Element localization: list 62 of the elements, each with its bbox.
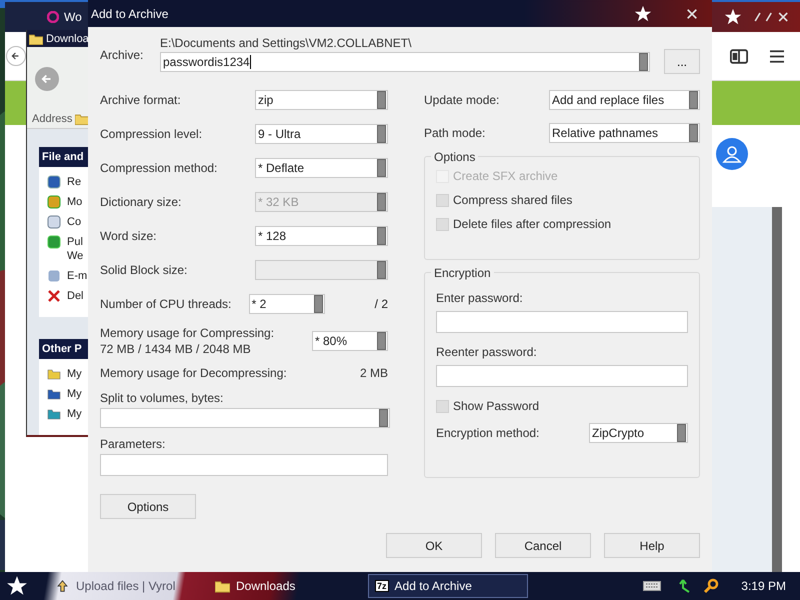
- dropdown[interactable]: * 80%: [312, 331, 388, 351]
- taskbar-button[interactable]: 7z Add to Archive: [368, 574, 528, 598]
- dropdown[interactable]: Add and replace files: [549, 90, 700, 110]
- field-label: Word size:: [100, 229, 156, 243]
- task-link[interactable]: My: [67, 407, 82, 421]
- thread-max: / 2: [374, 297, 388, 311]
- taskbar-button[interactable]: Downloads: [208, 574, 348, 598]
- archive-path: E:\Documents and Settings\VM2.COLLABNET\: [160, 36, 412, 52]
- dropdown[interactable]: * 128: [255, 226, 388, 246]
- dialog-button[interactable]: Help: [604, 533, 700, 558]
- memory-value: 2 MB: [360, 366, 388, 380]
- app-icon: 7z: [375, 580, 389, 592]
- task-link[interactable]: Mo: [67, 195, 82, 209]
- checkbox-label: Delete files after compression: [453, 217, 612, 231]
- task-link[interactable]: My: [67, 387, 82, 401]
- checkbox-label: Compress shared files: [453, 193, 572, 207]
- field-label: Archive format:: [100, 93, 181, 107]
- field-label: Update mode:: [424, 92, 500, 106]
- field-label: Parameters:: [100, 437, 166, 451]
- group-title: Encryption: [431, 266, 494, 280]
- task-link[interactable]: E-m: [67, 269, 88, 283]
- dropdown[interactable]: * Deflate: [255, 158, 388, 178]
- window-title: Downloa: [46, 32, 89, 45]
- checkbox-label: Show Password: [453, 399, 540, 413]
- checkbox-label: Create SFX archive: [453, 169, 558, 183]
- options-button[interactable]: Options: [100, 494, 196, 519]
- task-link[interactable]: Co: [67, 215, 82, 229]
- task-link[interactable]: Pul We: [67, 235, 84, 263]
- panel-header[interactable]: Other P: [39, 339, 89, 359]
- field-label: Enter password:: [436, 291, 524, 305]
- archive-label: Archive:: [100, 48, 144, 62]
- tab-title[interactable]: Wo: [64, 10, 82, 24]
- field-label: Split to volumes, bytes:: [100, 391, 224, 405]
- taskbar-button[interactable]: Upload files | Vyrol: [48, 574, 188, 598]
- field-label: Solid Block size:: [100, 263, 188, 277]
- dropdown[interactable]: zip: [255, 90, 388, 110]
- field-label: Compression level:: [100, 127, 202, 141]
- field-label: Memory usage for Compressing:: [100, 326, 274, 340]
- panel-header[interactable]: File and: [39, 147, 89, 167]
- clock: 3:19 PM: [741, 579, 786, 593]
- field-label: Dictionary size:: [100, 195, 182, 209]
- dialog-button[interactable]: Cancel: [495, 533, 591, 558]
- browse-button[interactable]: ...: [664, 49, 700, 74]
- field-label: Number of CPU threads:: [100, 297, 232, 311]
- dropdown[interactable]: ZipCrypto: [589, 423, 688, 443]
- field-label: Memory usage for Decompressing:: [100, 366, 287, 380]
- task-link[interactable]: Re: [67, 175, 82, 189]
- field-label: Reenter password:: [436, 345, 538, 359]
- memory-values: 72 MB / 1434 MB / 2048 MB: [100, 342, 252, 356]
- archive-combo[interactable]: passwordis1234: [160, 52, 650, 72]
- task-link[interactable]: My: [67, 367, 82, 381]
- field-label: Encryption method:: [436, 426, 540, 440]
- field-label: Path mode:: [424, 126, 486, 140]
- group-title: Options: [431, 150, 478, 164]
- dialog-button[interactable]: OK: [386, 533, 482, 558]
- dropdown[interactable]: 9 - Ultra: [255, 124, 388, 144]
- task-link[interactable]: Del: [67, 289, 84, 303]
- window-title: Add to Archive: [91, 6, 168, 20]
- address-label: Address: [32, 113, 72, 126]
- dropdown[interactable]: Relative pathnames: [549, 122, 700, 142]
- dropdown[interactable]: * 2: [248, 294, 325, 314]
- field-label: Compression method:: [100, 161, 218, 175]
